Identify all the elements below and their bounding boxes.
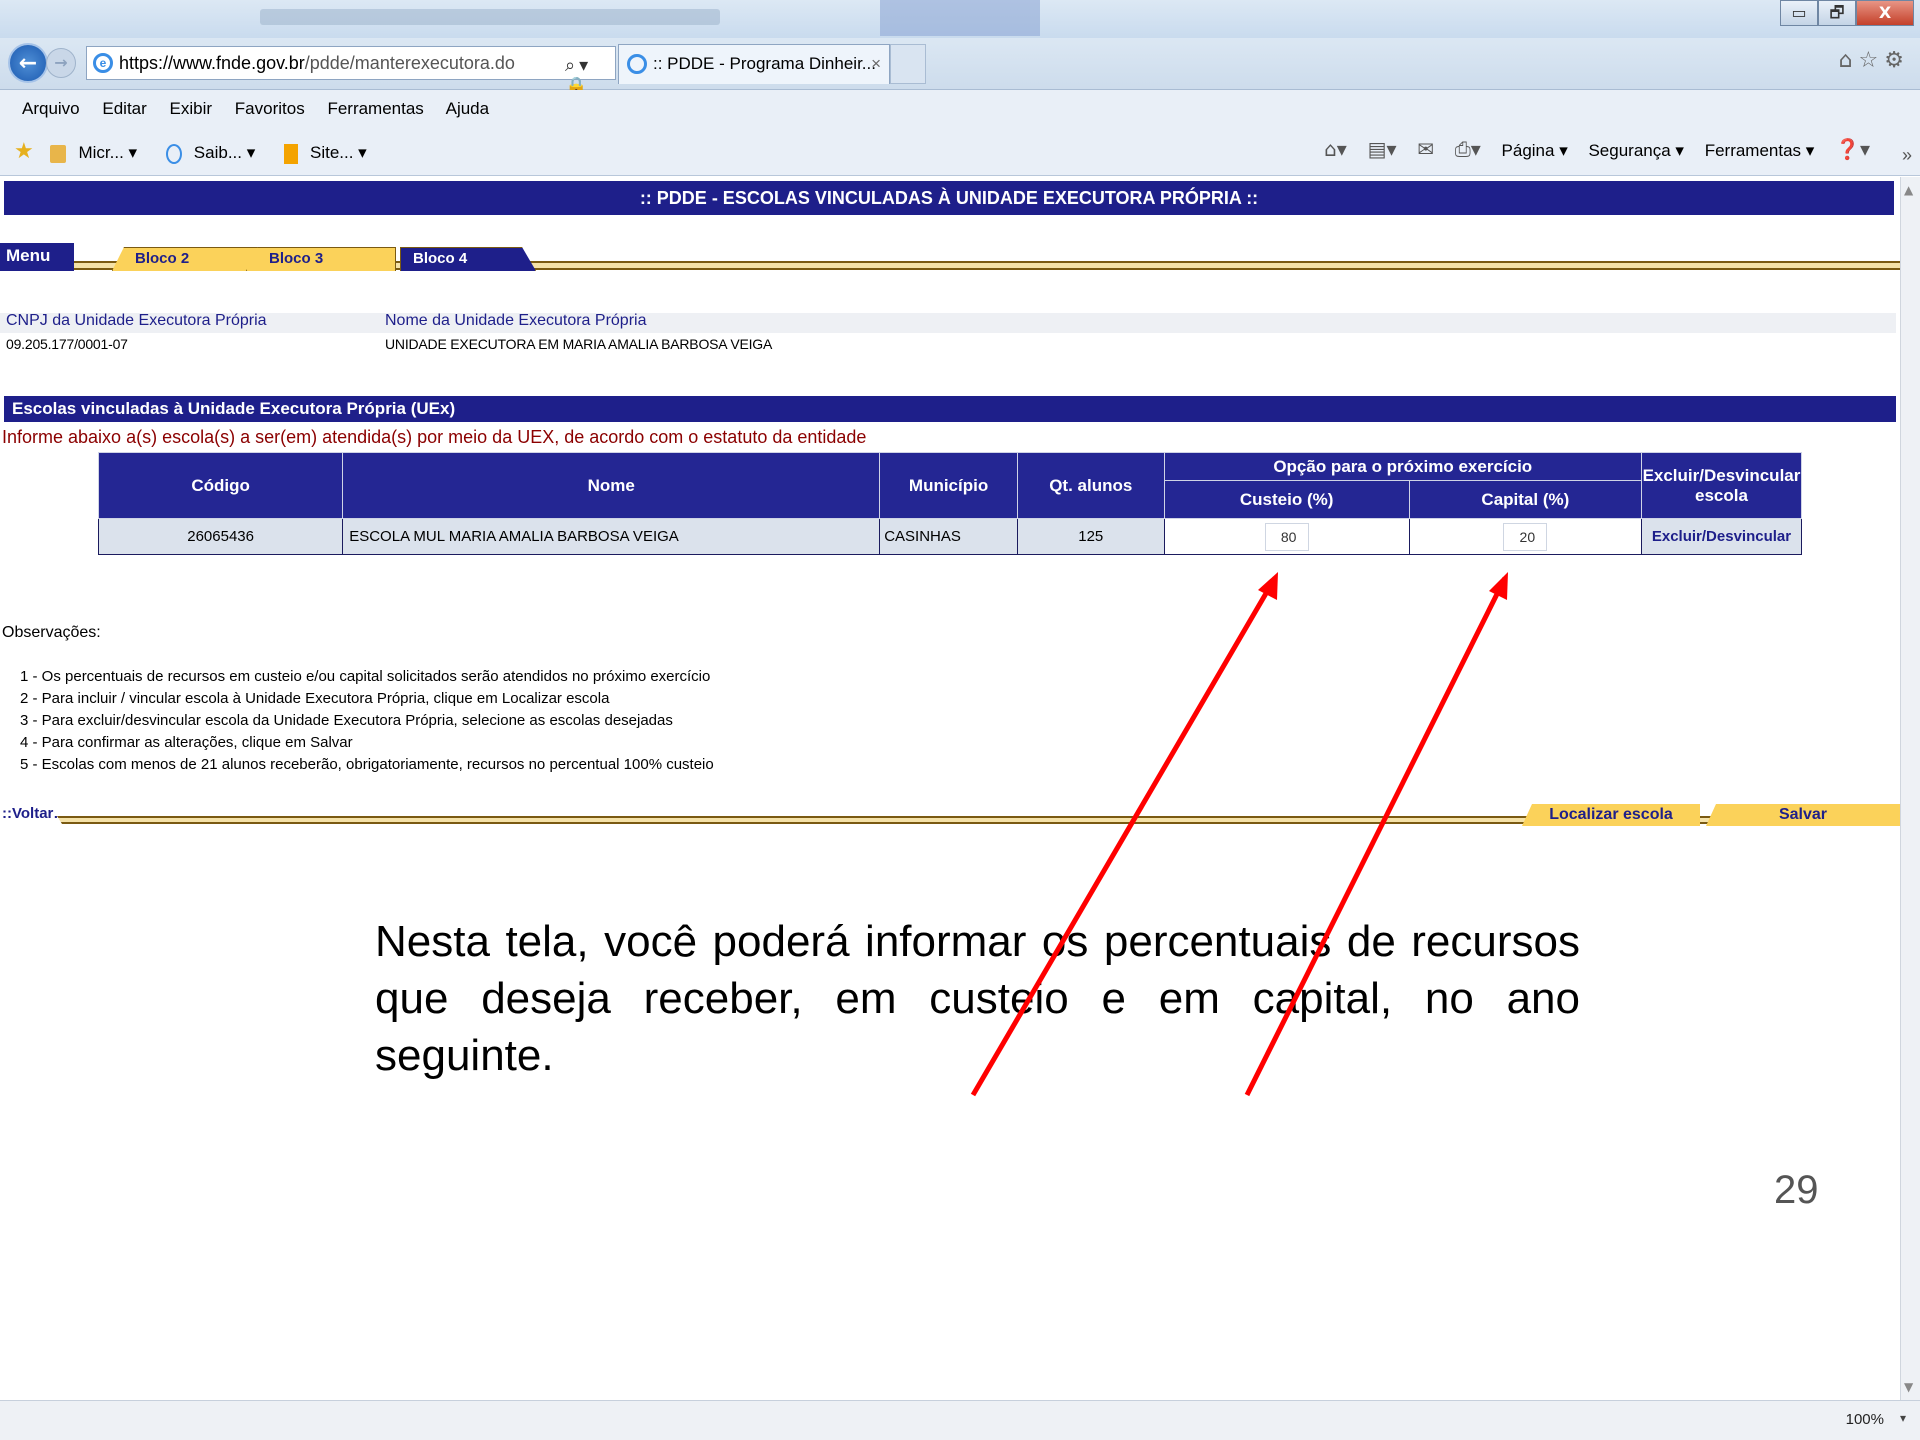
menu-arquivo[interactable]: Arquivo [22,99,80,118]
col-excluir: Excluir/Desvincular escola [1640,452,1803,519]
schools-table: Código Nome Município Qt. alunos Opção p… [97,452,1803,555]
nome-uex-value: UNIDADE EXECUTORA EM MARIA AMALIA BARBOS… [385,336,773,352]
menu-ferramentas[interactable]: Ferramentas [327,99,423,118]
localizar-escola-button[interactable]: Localizar escola [1522,804,1700,826]
menu-editar[interactable]: Editar [102,99,146,118]
menu-exibir[interactable]: Exibir [170,99,213,118]
list-item: 1 - Os percentuais de recursos em custei… [20,668,711,685]
list-item: 4 - Para confirmar as alterações, clique… [20,734,353,751]
cell-codigo: 26065436 [97,518,344,555]
menu-ferramentas-cmd[interactable]: Ferramentas ▾ [1705,141,1815,160]
favorite-item-3[interactable]: Site... ▾ [283,143,379,164]
folder-icon [50,144,67,163]
url-path: /pdde/manterexecutora.do [304,53,515,73]
cell-nome: ESCOLA MUL MARIA AMALIA BARBOSA VEIGA [342,518,881,555]
col-group-opcao: Opção para o próximo exercício [1163,452,1642,481]
list-item: 2 - Para incluir / vincular escola à Uni… [20,690,610,707]
cell-custeio: 80 [1163,518,1410,555]
favorites-bar: ★ Micr... ▾ Saib... ▾ Site... ▾ ⌂▾ ▤▾ ✉ … [0,128,1920,176]
zoom-level[interactable]: 100% [1846,1411,1884,1428]
menu-seguranca[interactable]: Segurança ▾ [1588,141,1683,160]
cell-municipio: CASINHAS [879,518,1018,555]
scroll-up-icon[interactable]: ▲ [1904,183,1913,197]
window-controls: ▭ 🗗 X [1780,0,1914,26]
feeds-icon[interactable]: ▤▾ [1368,137,1397,161]
favorites-star-icon[interactable]: ★ [14,138,34,163]
maximize-button[interactable]: 🗗 [1818,0,1856,26]
home-icon[interactable]: ⌂▾ [1324,137,1347,161]
menu-ajuda[interactable]: Ajuda [446,99,489,118]
salvar-button[interactable]: Salvar [1706,804,1900,826]
window-title [260,9,720,25]
cnpj-label: CNPJ da Unidade Executora Própria [6,312,267,329]
excluir-desvincular-link[interactable]: Excluir/Desvincular [1640,518,1803,555]
print-icon[interactable]: ⎙▾ [1455,137,1481,161]
ie-page-icon: e [93,53,113,73]
list-item: 5 - Escolas com menos de 21 alunos receb… [20,756,714,773]
scroll-down-icon[interactable]: ▼ [1904,1380,1913,1394]
col-codigo: Código [97,452,344,519]
ie-tab-icon [627,54,647,74]
col-custeio: Custeio (%) [1163,480,1410,519]
zoom-dropdown-icon[interactable]: ▾ [1900,1411,1906,1425]
help-icon[interactable]: ❓▾ [1835,137,1870,161]
annotation-text: Nesta tela, você poderá informar os perc… [375,917,1580,1080]
tab-close-icon[interactable]: × [871,45,881,83]
col-municipio: Município [879,452,1018,519]
bing-icon [283,143,298,164]
tab-bloco-2[interactable]: Bloco 2 [112,247,262,271]
col-qt-alunos: Qt. alunos [1016,452,1165,519]
page-title: :: PDDE - ESCOLAS VINCULADAS À UNIDADE E… [4,181,1894,215]
favorite-item-1[interactable]: Micr... ▾ [50,143,149,163]
capital-input[interactable]: 20 [1503,522,1548,551]
tab-bloco-4[interactable]: Bloco 4 [400,247,536,271]
observacoes-list: 1 - Os percentuais de recursos em custei… [20,666,714,776]
col-capital: Capital (%) [1408,480,1642,519]
minimize-button[interactable]: ▭ [1780,0,1818,26]
vertical-scrollbar[interactable]: ▲ ▼ [1900,177,1920,1400]
taskbar-tab [880,0,1040,36]
page-content: :: PDDE - ESCOLAS VINCULADAS À UNIDADE E… [0,177,1900,1400]
section-title: Escolas vinculadas à Unidade Executora P… [4,396,1896,422]
slide-number: 29 [1774,1168,1819,1212]
mail-icon[interactable]: ✉ [1417,137,1434,161]
observacoes-title: Observações: [2,624,101,641]
navigation-bar: ← → e https://www.fnde.gov.br/pdde/mante… [0,38,1920,118]
nome-uex-label: Nome da Unidade Executora Própria [385,312,647,329]
address-bar[interactable]: e https://www.fnde.gov.br/pdde/manterexe… [86,46,616,118]
table-row: 26065436 ESCOLA MUL MARIA AMALIA BARBOSA… [97,518,1803,555]
cnpj-value: 09.205.177/0001-07 [6,336,128,352]
cell-qt-alunos: 125 [1016,518,1165,555]
url-host: https://www.fnde.gov.br [119,53,305,73]
new-tab-button[interactable] [890,44,926,84]
window-titlebar: ▭ 🗗 X [0,0,1920,38]
home-favorites-settings-icons[interactable]: ⌂☆⚙ [1839,48,1910,73]
voltar-link[interactable]: ::Voltar:: [0,804,62,824]
back-button[interactable]: ← [8,43,48,83]
list-item: 3 - Para excluir/desvincular escola da U… [20,712,673,729]
favorite-item-2[interactable]: Saib... ▾ [165,143,267,164]
col-nome: Nome [342,452,881,519]
menu-favoritos[interactable]: Favoritos [235,99,305,118]
ie-page-icon [165,143,182,164]
chevron-more-icon[interactable]: » [1902,132,1912,178]
info-header-band [0,313,1896,333]
cell-capital: 20 [1408,518,1642,555]
tab-bloco-3[interactable]: Bloco 3 [246,247,396,271]
menu-pagina[interactable]: Página ▾ [1502,141,1568,160]
menu-bar: Arquivo Editar Exibir Favoritos Ferramen… [0,90,1920,128]
tab-title: :: PDDE - Programa Dinheir... [653,54,876,73]
custeio-input[interactable]: 80 [1264,522,1309,551]
status-bar: 100% ▾ [0,1400,1920,1440]
forward-button[interactable]: → [46,48,76,78]
instruction-text: Informe abaixo a(s) escola(s) a ser(em) … [2,427,867,447]
browser-tab[interactable]: :: PDDE - Programa Dinheir... × [618,44,890,84]
tab-menu[interactable]: Menu [0,243,74,271]
close-button[interactable]: X [1856,0,1914,26]
